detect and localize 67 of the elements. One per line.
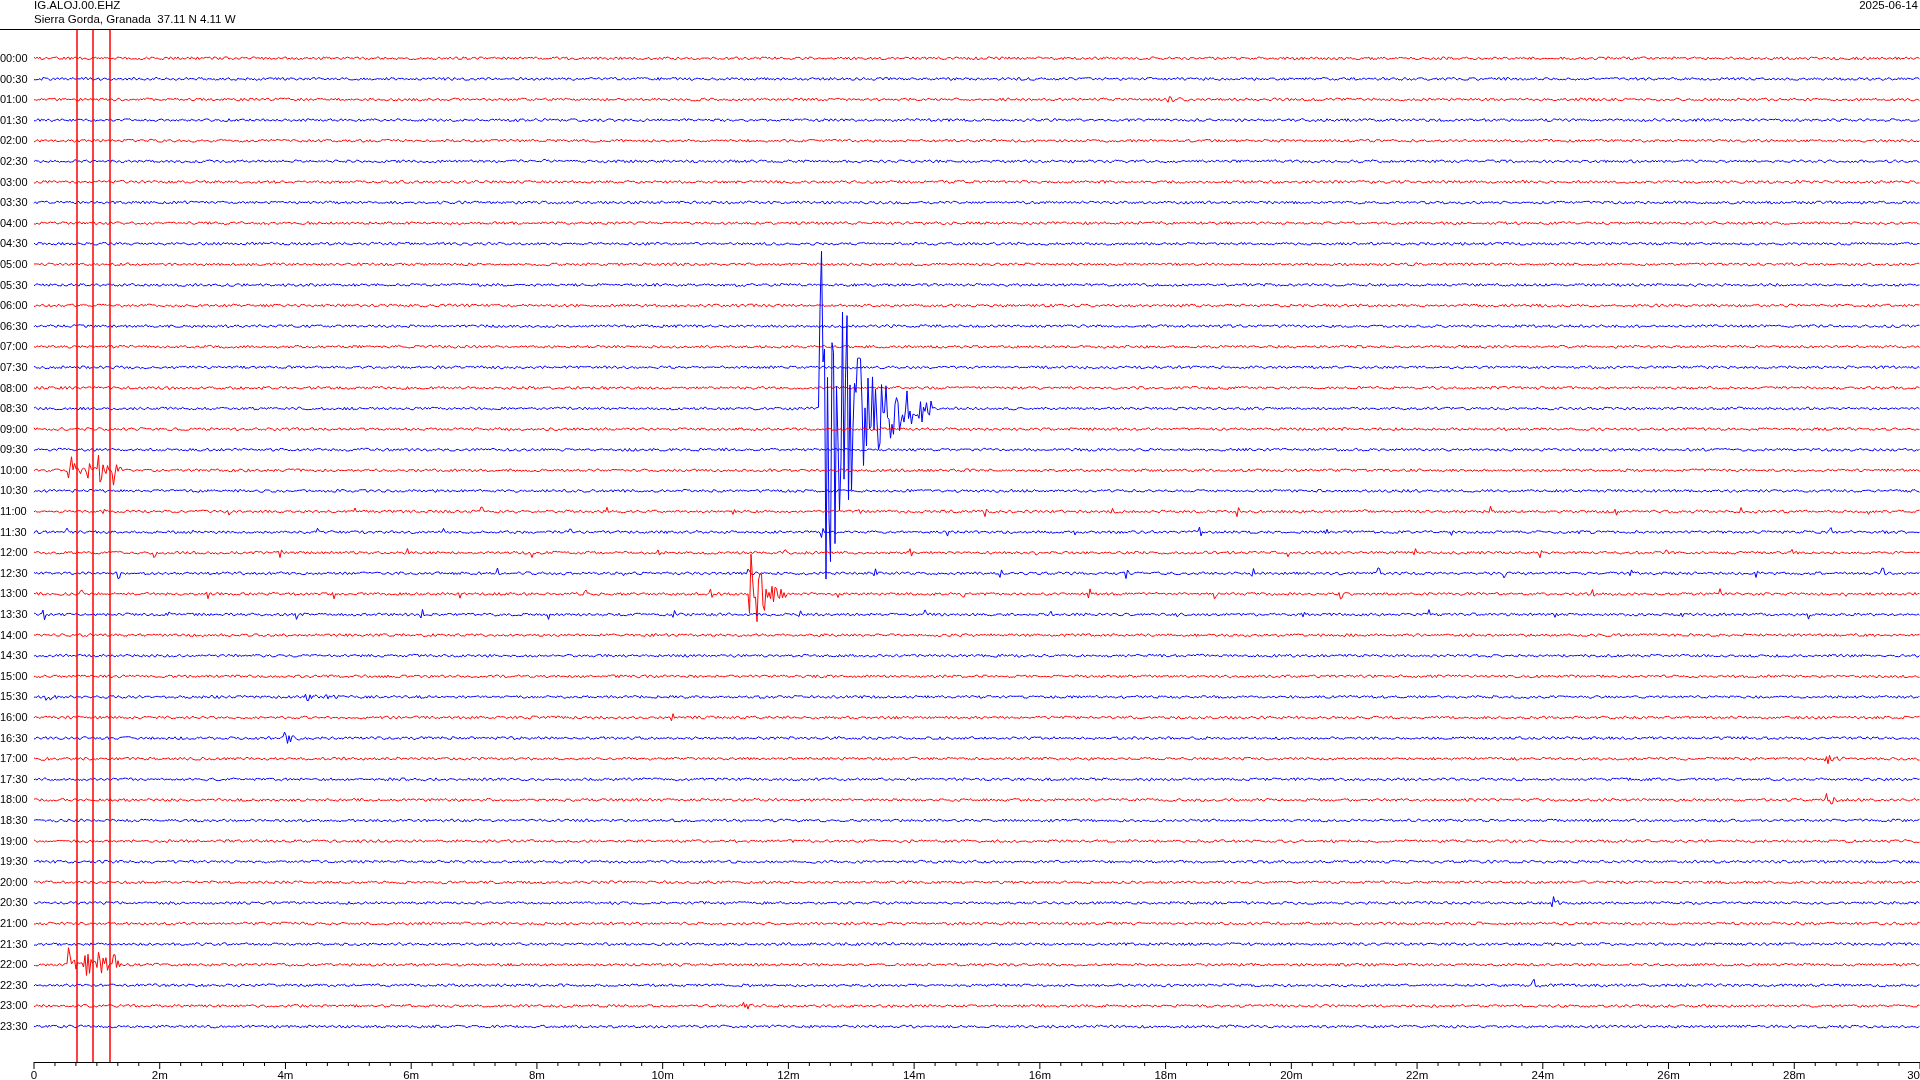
hour-label: 06:30 xyxy=(0,318,29,334)
hour-label: 22:30 xyxy=(0,977,29,993)
hour-label: 11:00 xyxy=(0,504,28,520)
hour-label: 19:30 xyxy=(0,854,29,870)
station-code: IG.ALOJ.00.EHZ xyxy=(34,0,122,12)
hour-label: 17:30 xyxy=(0,771,29,787)
hour-label: 00:30 xyxy=(0,71,29,87)
hour-label: 03:30 xyxy=(0,195,29,211)
hour-label: 20:00 xyxy=(0,874,29,890)
tick-label: 20m xyxy=(1280,1069,1303,1080)
hour-label: 14:30 xyxy=(0,648,29,664)
hour-label: 12:30 xyxy=(0,565,29,581)
tick-label: 6m xyxy=(403,1069,420,1080)
hour-label: 09:30 xyxy=(0,442,29,458)
hour-label: 12:00 xyxy=(0,545,29,561)
tick-label: 12m xyxy=(777,1069,800,1080)
hour-label: 05:00 xyxy=(0,256,29,272)
hour-label: 00:00 xyxy=(0,51,29,66)
hour-label: 07:30 xyxy=(0,359,29,375)
hour-label: 15:00 xyxy=(0,668,29,684)
hour-label: 19:00 xyxy=(0,833,29,849)
hour-label: 08:30 xyxy=(0,401,29,417)
tick-label: 18m xyxy=(1154,1069,1177,1080)
tick-label: 28m xyxy=(1783,1069,1806,1080)
tick-label: 10m xyxy=(651,1069,674,1080)
hour-label: 01:00 xyxy=(0,92,29,108)
hour-label: 06:00 xyxy=(0,298,29,314)
hour-label: 02:30 xyxy=(0,153,29,169)
hour-label: 02:00 xyxy=(0,133,29,149)
tick-label: 16m xyxy=(1028,1069,1052,1080)
hour-label: 16:30 xyxy=(0,730,29,746)
hour-label: 23:30 xyxy=(0,1018,29,1034)
hour-label: 22:00 xyxy=(0,957,29,973)
tick-label: 30 xyxy=(1907,1069,1920,1080)
hour-label: 18:30 xyxy=(0,812,29,828)
hour-label: 15:30 xyxy=(0,689,29,705)
hour-label: 14:00 xyxy=(0,627,29,643)
tick-label: 8m xyxy=(528,1069,545,1080)
hour-label: 04:00 xyxy=(0,215,29,231)
tick-label: 24m xyxy=(1531,1069,1554,1080)
tick-label: 26m xyxy=(1657,1069,1680,1080)
hour-label: 10:00 xyxy=(0,462,29,478)
hour-label: 01:30 xyxy=(0,112,29,128)
tick-label: 2m xyxy=(151,1069,168,1080)
hour-label: 17:00 xyxy=(0,751,29,767)
tick-label: 4m xyxy=(277,1069,294,1080)
hour-label: 03:00 xyxy=(0,174,29,190)
hour-label: 09:00 xyxy=(0,421,29,437)
tick-label: 22m xyxy=(1405,1069,1429,1080)
hour-label: 13:30 xyxy=(0,607,29,623)
hour-label: 21:30 xyxy=(0,936,29,952)
hour-label: 11:30 xyxy=(0,524,28,540)
station-location: Sierra Gorda, Granada 37.11 N 4.11 W xyxy=(34,12,236,26)
hour-label: 10:30 xyxy=(0,483,29,499)
hour-label: 16:00 xyxy=(0,710,29,725)
hour-label: 13:00 xyxy=(0,586,29,602)
hour-label: 18:00 xyxy=(0,792,29,808)
hour-label: 20:30 xyxy=(0,895,29,911)
tick-label: 0 xyxy=(30,1069,38,1080)
hour-label: 07:00 xyxy=(0,339,29,355)
tick-label: 14m xyxy=(902,1069,926,1080)
hour-label: 21:00 xyxy=(0,915,29,931)
hour-label: 04:30 xyxy=(0,236,29,252)
hour-label: 23:00 xyxy=(0,998,29,1014)
hour-label: 08:00 xyxy=(0,380,29,396)
date-label: 2025-06-14 xyxy=(1859,0,1918,12)
hour-label: 05:30 xyxy=(0,277,29,293)
